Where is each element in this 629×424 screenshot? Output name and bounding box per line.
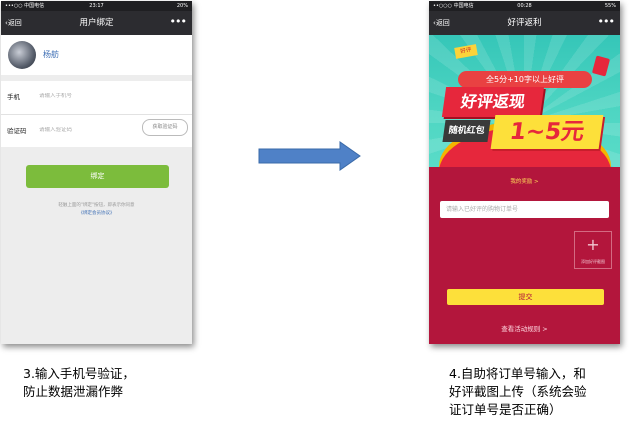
order-number-input[interactable]: [440, 201, 609, 218]
agreement-note: 轻触上面的"绑定"按钮，即表示你同意: [58, 203, 135, 208]
upload-screenshot-button[interactable]: + 添加好评截图: [574, 231, 612, 269]
status-battery: 55%: [604, 3, 616, 9]
rules-link[interactable]: 查看活动规则 >: [429, 323, 620, 333]
phone-screen-user-binding: •••○○ 中国电信 23:17 20% ‹返回 用户绑定 ••• 杨舫 手机 …: [1, 1, 192, 344]
status-bar: •••○○ 中国电信 23:17 20%: [1, 1, 192, 11]
get-code-button[interactable]: 获取验证码: [142, 119, 188, 136]
phone-label: 手机: [7, 93, 20, 101]
banner-line3: 随机红包: [442, 120, 491, 142]
phone-input[interactable]: [39, 93, 134, 99]
code-label: 验证码: [7, 127, 27, 135]
my-reward-link[interactable]: 我的奖励 >: [429, 177, 620, 185]
plus-icon: +: [586, 235, 600, 254]
nav-bar: ‹返回 用户绑定 •••: [1, 11, 192, 35]
code-input[interactable]: [39, 127, 134, 133]
bind-button[interactable]: 绑定: [26, 165, 169, 188]
binding-form: 手机 验证码 获取验证码: [1, 81, 192, 147]
page-title: 用户绑定: [79, 18, 114, 28]
agreement-link[interactable]: 《绑定会员协议》: [1, 210, 192, 216]
status-time: 23:17: [89, 3, 104, 9]
banner-line2: 好评返现: [441, 87, 545, 117]
upload-label: 添加好评截图: [581, 259, 605, 264]
profile-row: 杨舫: [1, 35, 192, 75]
page-title: 好评返利: [507, 18, 542, 28]
nav-bar: ‹返回 好评返利 •••: [429, 11, 620, 35]
banner-line1: 全5分+10字以上好评: [458, 71, 592, 88]
user-name: 杨舫: [43, 50, 59, 59]
phone-row: 手机: [1, 81, 192, 114]
status-battery: 20%: [176, 3, 188, 9]
caption-step4: 4.自助将订单号输入，和 好评截图上传（系统会验 证订单号是否正确）: [449, 366, 587, 417]
status-bar: ••○○○ 中国电信 00:28 55%: [429, 1, 620, 11]
promo-banner: 好评 全5分+10字以上好评 好评返现 随机红包 1~5元: [429, 35, 620, 167]
banner-line4: 1~5元: [490, 115, 604, 149]
caption-step3: 3.输入手机号验证， 防止数据泄漏作弊: [23, 366, 135, 399]
phone-screen-review-rebate: ••○○○ 中国电信 00:28 55% ‹返回 好评返利 ••• 好评 全5分…: [429, 1, 620, 344]
avatar: [8, 41, 36, 69]
more-dots-icon[interactable]: •••: [598, 11, 615, 33]
right-arrow-icon: [258, 141, 361, 171]
status-time: 00:28: [517, 3, 532, 9]
submit-button[interactable]: 提交: [447, 289, 604, 305]
more-dots-icon[interactable]: •••: [170, 11, 187, 33]
